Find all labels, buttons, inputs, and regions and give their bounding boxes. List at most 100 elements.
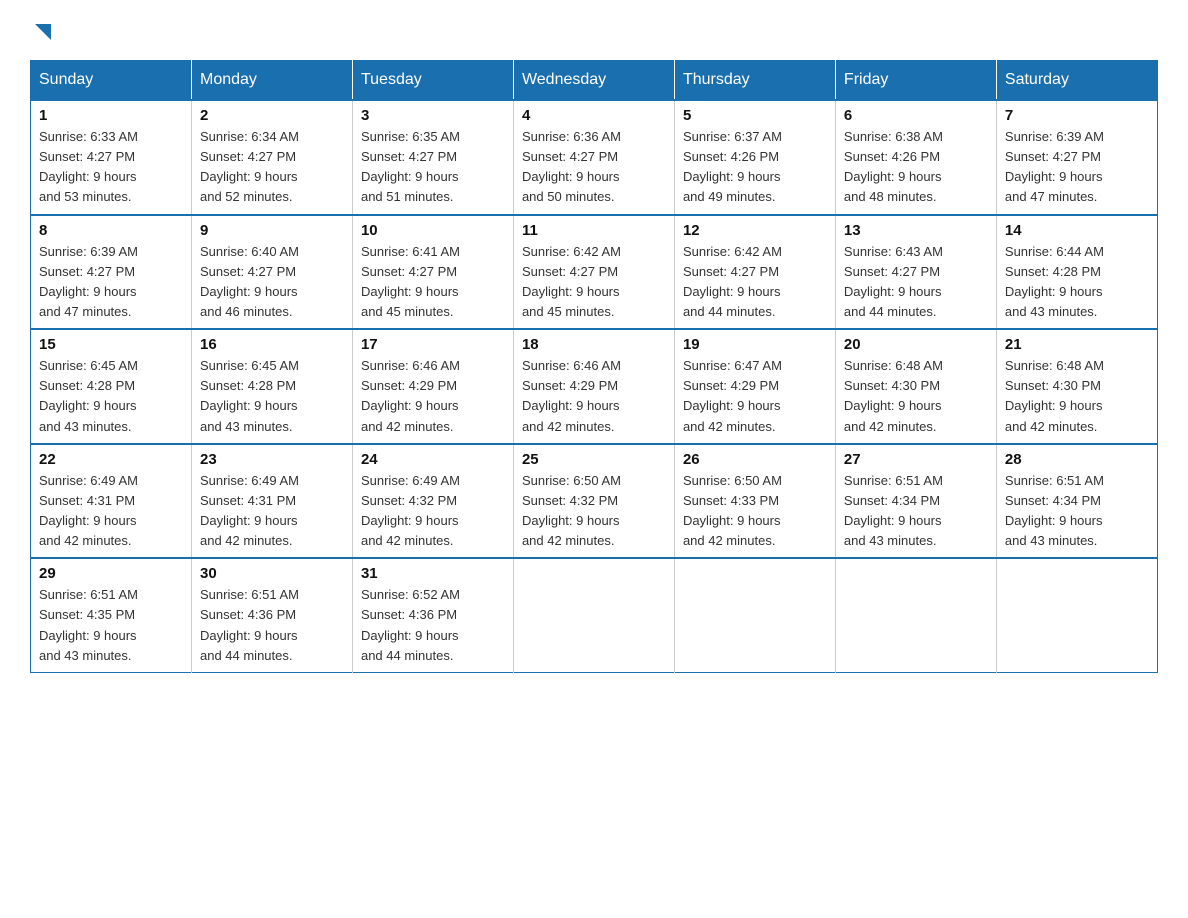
day-info: Sunrise: 6:34 AMSunset: 4:27 PMDaylight:…	[200, 127, 344, 208]
day-cell: 24 Sunrise: 6:49 AMSunset: 4:32 PMDayligh…	[352, 444, 513, 559]
day-number: 19	[683, 336, 827, 353]
day-info: Sunrise: 6:40 AMSunset: 4:27 PMDaylight:…	[200, 242, 344, 323]
day-info: Sunrise: 6:46 AMSunset: 4:29 PMDaylight:…	[361, 356, 505, 437]
day-info: Sunrise: 6:41 AMSunset: 4:27 PMDaylight:…	[361, 242, 505, 323]
logo	[30, 20, 53, 42]
day-info: Sunrise: 6:43 AMSunset: 4:27 PMDaylight:…	[844, 242, 988, 323]
day-info: Sunrise: 6:37 AMSunset: 4:26 PMDaylight:…	[683, 127, 827, 208]
day-cell: 9 Sunrise: 6:40 AMSunset: 4:27 PMDaylight…	[191, 215, 352, 330]
day-info: Sunrise: 6:49 AMSunset: 4:31 PMDaylight:…	[200, 471, 344, 552]
day-info: Sunrise: 6:39 AMSunset: 4:27 PMDaylight:…	[39, 242, 183, 323]
day-number: 18	[522, 336, 666, 353]
header-cell-wednesday: Wednesday	[513, 61, 674, 101]
day-cell: 4Sunrise: 6:36 AMSunset: 4:27 PMDaylight…	[513, 100, 674, 215]
day-number: 24	[361, 451, 505, 468]
day-info: Sunrise: 6:45 AMSunset: 4:28 PMDaylight:…	[200, 356, 344, 437]
day-number: 22	[39, 451, 183, 468]
day-number: 16	[200, 336, 344, 353]
day-info: Sunrise: 6:42 AMSunset: 4:27 PMDaylight:…	[522, 242, 666, 323]
day-cell: 28 Sunrise: 6:51 AMSunset: 4:34 PMDayligh…	[996, 444, 1157, 559]
day-info: Sunrise: 6:52 AMSunset: 4:36 PMDaylight:…	[361, 585, 505, 666]
day-cell: 17 Sunrise: 6:46 AMSunset: 4:29 PMDayligh…	[352, 329, 513, 444]
day-number: 7	[1005, 107, 1149, 124]
calendar-body: 1 Sunrise: 6:33 AMSunset: 4:27 PMDaylight…	[31, 100, 1158, 672]
day-number: 14	[1005, 222, 1149, 239]
day-info: Sunrise: 6:51 AMSunset: 4:34 PMDaylight:…	[1005, 471, 1149, 552]
header-cell-sunday: Sunday	[31, 61, 192, 101]
day-number: 6	[844, 107, 988, 124]
week-row-5: 29 Sunrise: 6:51 AMSunset: 4:35 PMDayligh…	[31, 558, 1158, 672]
day-cell	[513, 558, 674, 672]
header-cell-friday: Friday	[835, 61, 996, 101]
day-info: Sunrise: 6:48 AMSunset: 4:30 PMDaylight:…	[844, 356, 988, 437]
page-header	[30, 20, 1158, 42]
day-cell: 14 Sunrise: 6:44 AMSunset: 4:28 PMDayligh…	[996, 215, 1157, 330]
calendar-header: SundayMondayTuesdayWednesdayThursdayFrid…	[31, 61, 1158, 101]
week-row-2: 8 Sunrise: 6:39 AMSunset: 4:27 PMDaylight…	[31, 215, 1158, 330]
day-cell: 18 Sunrise: 6:46 AMSunset: 4:29 PMDayligh…	[513, 329, 674, 444]
day-info: Sunrise: 6:49 AMSunset: 4:31 PMDaylight:…	[39, 471, 183, 552]
day-cell: 6Sunrise: 6:38 AMSunset: 4:26 PMDaylight…	[835, 100, 996, 215]
day-number: 12	[683, 222, 827, 239]
day-cell	[674, 558, 835, 672]
day-number: 8	[39, 222, 183, 239]
day-cell: 12 Sunrise: 6:42 AMSunset: 4:27 PMDayligh…	[674, 215, 835, 330]
day-number: 2	[200, 107, 344, 124]
day-cell: 21 Sunrise: 6:48 AMSunset: 4:30 PMDayligh…	[996, 329, 1157, 444]
day-cell: 27 Sunrise: 6:51 AMSunset: 4:34 PMDayligh…	[835, 444, 996, 559]
day-info: Sunrise: 6:51 AMSunset: 4:34 PMDaylight:…	[844, 471, 988, 552]
day-cell: 3Sunrise: 6:35 AMSunset: 4:27 PMDaylight…	[352, 100, 513, 215]
day-number: 28	[1005, 451, 1149, 468]
day-info: Sunrise: 6:44 AMSunset: 4:28 PMDaylight:…	[1005, 242, 1149, 323]
week-row-3: 15 Sunrise: 6:45 AMSunset: 4:28 PMDayligh…	[31, 329, 1158, 444]
day-cell: 30Sunrise: 6:51 AMSunset: 4:36 PMDayligh…	[191, 558, 352, 672]
day-number: 31	[361, 565, 505, 582]
day-number: 3	[361, 107, 505, 124]
day-info: Sunrise: 6:51 AMSunset: 4:35 PMDaylight:…	[39, 585, 183, 666]
week-row-4: 22 Sunrise: 6:49 AMSunset: 4:31 PMDayligh…	[31, 444, 1158, 559]
day-number: 27	[844, 451, 988, 468]
day-info: Sunrise: 6:42 AMSunset: 4:27 PMDaylight:…	[683, 242, 827, 323]
header-cell-thursday: Thursday	[674, 61, 835, 101]
day-cell: 2 Sunrise: 6:34 AMSunset: 4:27 PMDaylight…	[191, 100, 352, 215]
day-number: 1	[39, 107, 183, 124]
logo-triangle-icon	[31, 20, 53, 42]
day-number: 21	[1005, 336, 1149, 353]
day-cell: 22 Sunrise: 6:49 AMSunset: 4:31 PMDayligh…	[31, 444, 192, 559]
day-cell: 15 Sunrise: 6:45 AMSunset: 4:28 PMDayligh…	[31, 329, 192, 444]
header-cell-monday: Monday	[191, 61, 352, 101]
day-cell	[835, 558, 996, 672]
day-number: 25	[522, 451, 666, 468]
header-cell-tuesday: Tuesday	[352, 61, 513, 101]
day-cell: 1 Sunrise: 6:33 AMSunset: 4:27 PMDaylight…	[31, 100, 192, 215]
day-cell: 16 Sunrise: 6:45 AMSunset: 4:28 PMDayligh…	[191, 329, 352, 444]
day-info: Sunrise: 6:33 AMSunset: 4:27 PMDaylight:…	[39, 127, 183, 208]
day-number: 15	[39, 336, 183, 353]
day-number: 10	[361, 222, 505, 239]
day-cell: 23 Sunrise: 6:49 AMSunset: 4:31 PMDayligh…	[191, 444, 352, 559]
day-info: Sunrise: 6:46 AMSunset: 4:29 PMDaylight:…	[522, 356, 666, 437]
day-number: 29	[39, 565, 183, 582]
day-info: Sunrise: 6:50 AMSunset: 4:32 PMDaylight:…	[522, 471, 666, 552]
day-number: 17	[361, 336, 505, 353]
day-info: Sunrise: 6:50 AMSunset: 4:33 PMDaylight:…	[683, 471, 827, 552]
day-info: Sunrise: 6:47 AMSunset: 4:29 PMDaylight:…	[683, 356, 827, 437]
day-cell: 7 Sunrise: 6:39 AMSunset: 4:27 PMDaylight…	[996, 100, 1157, 215]
day-info: Sunrise: 6:45 AMSunset: 4:28 PMDaylight:…	[39, 356, 183, 437]
day-cell: 8 Sunrise: 6:39 AMSunset: 4:27 PMDaylight…	[31, 215, 192, 330]
day-info: Sunrise: 6:49 AMSunset: 4:32 PMDaylight:…	[361, 471, 505, 552]
day-number: 11	[522, 222, 666, 239]
header-cell-saturday: Saturday	[996, 61, 1157, 101]
day-number: 26	[683, 451, 827, 468]
day-number: 9	[200, 222, 344, 239]
day-info: Sunrise: 6:39 AMSunset: 4:27 PMDaylight:…	[1005, 127, 1149, 208]
day-info: Sunrise: 6:48 AMSunset: 4:30 PMDaylight:…	[1005, 356, 1149, 437]
day-number: 23	[200, 451, 344, 468]
day-cell: 5Sunrise: 6:37 AMSunset: 4:26 PMDaylight…	[674, 100, 835, 215]
header-row: SundayMondayTuesdayWednesdayThursdayFrid…	[31, 61, 1158, 101]
day-number: 4	[522, 107, 666, 124]
day-cell: 26 Sunrise: 6:50 AMSunset: 4:33 PMDayligh…	[674, 444, 835, 559]
day-cell: 10 Sunrise: 6:41 AMSunset: 4:27 PMDayligh…	[352, 215, 513, 330]
day-cell: 20 Sunrise: 6:48 AMSunset: 4:30 PMDayligh…	[835, 329, 996, 444]
day-number: 20	[844, 336, 988, 353]
